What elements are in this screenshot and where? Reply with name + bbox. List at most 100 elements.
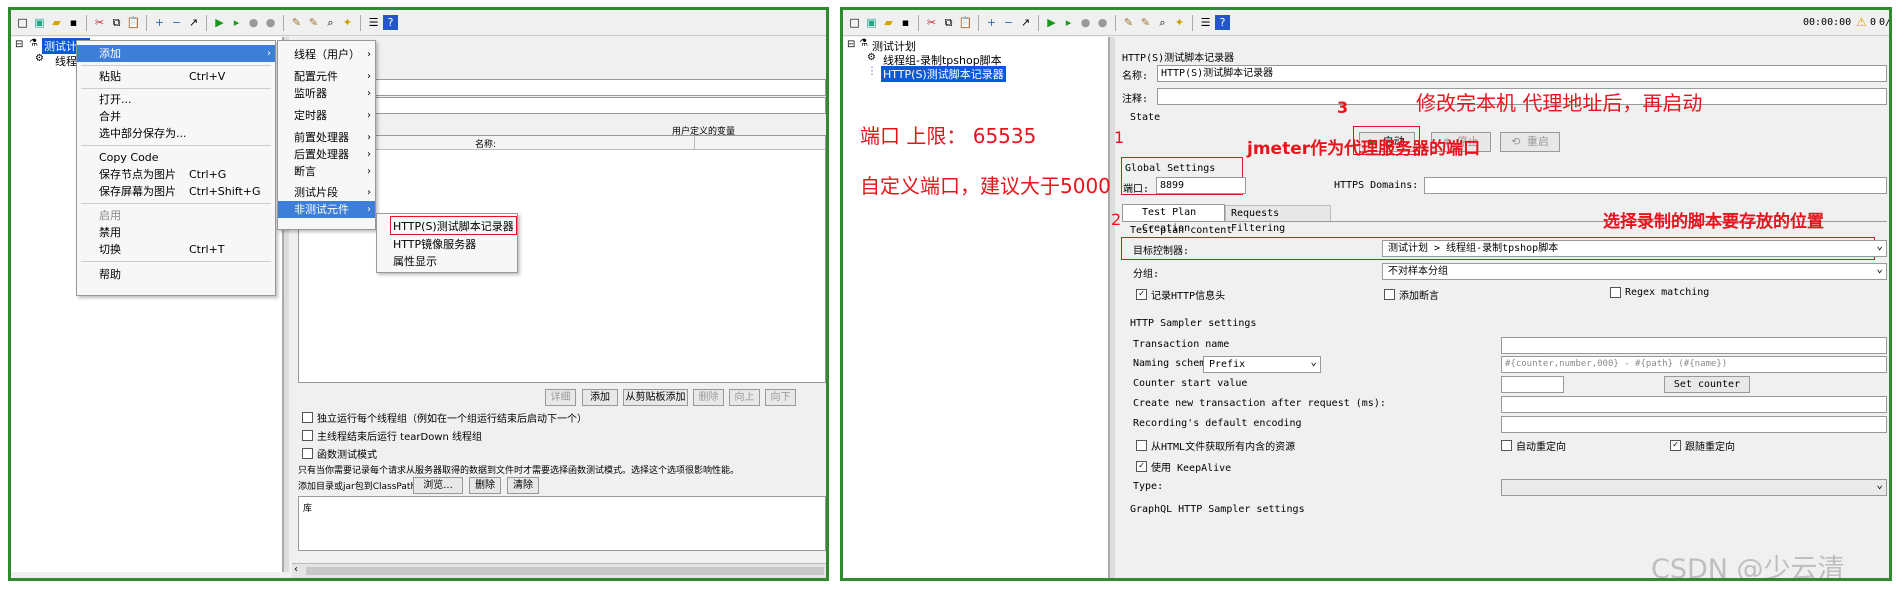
- search-icon[interactable]: ⌕: [1155, 15, 1170, 30]
- cut-icon[interactable]: ✂: [92, 15, 107, 30]
- open-icon[interactable]: ▰: [881, 15, 896, 30]
- function-helper-icon[interactable]: ☰: [366, 15, 381, 30]
- tab-test-plan-creation[interactable]: Test Plan Creation: [1122, 204, 1225, 234]
- menu-add[interactable]: 添加 ›: [77, 45, 275, 62]
- help-icon[interactable]: ?: [383, 15, 398, 30]
- browse-button[interactable]: 浏览...: [413, 477, 463, 494]
- save-icon[interactable]: ▪: [898, 15, 913, 30]
- menu-merge[interactable]: 合并: [77, 108, 275, 125]
- target-controller-select[interactable]: 测试计划 > 线程组-录制tpshop脚本: [1382, 238, 1887, 257]
- expand-icon[interactable]: +: [152, 15, 167, 30]
- name-field[interactable]: HTTP(S)测试脚本记录器: [1157, 65, 1887, 82]
- paste-icon[interactable]: 📋: [126, 15, 141, 30]
- record-headers-checkbox[interactable]: ✓ 记录HTTP信息头: [1136, 287, 1225, 302]
- add-assertions-checkbox[interactable]: 添加断言: [1384, 287, 1439, 302]
- submenu-preprocessor[interactable]: 前置处理器 ›: [278, 129, 375, 146]
- counter-start-field[interactable]: [1501, 376, 1564, 393]
- menu-paste[interactable]: 粘贴 Ctrl+V: [77, 68, 275, 85]
- collapse-icon[interactable]: −: [1001, 15, 1016, 30]
- start-no-pause-icon[interactable]: ▸: [1061, 15, 1076, 30]
- menu-save-screen-image[interactable]: 保存屏幕为图片 Ctrl+Shift+G: [77, 183, 275, 200]
- fetch-embedded-checkbox[interactable]: 从HTML文件获取所有内含的资源: [1136, 438, 1295, 453]
- function-helper-icon[interactable]: ☰: [1198, 15, 1213, 30]
- create-transaction-field[interactable]: [1501, 396, 1887, 413]
- tab-requests-filtering[interactable]: Requests Filtering: [1225, 205, 1331, 234]
- auto-redirect-checkbox[interactable]: 自动重定向: [1501, 438, 1566, 453]
- functional-mode-checkbox[interactable]: 函数测试模式: [302, 446, 377, 461]
- menu-open[interactable]: 打开...: [77, 91, 275, 108]
- shutdown-icon[interactable]: ●: [263, 15, 278, 30]
- save-icon[interactable]: ▪: [66, 15, 81, 30]
- toggle-icon[interactable]: ↗: [1018, 15, 1033, 30]
- detail-button[interactable]: 详细: [545, 389, 576, 406]
- paste-icon[interactable]: 📋: [958, 15, 973, 30]
- warning-icon[interactable]: ⚠: [1856, 15, 1867, 29]
- start-icon[interactable]: ▶: [1044, 15, 1059, 30]
- submenu-threads[interactable]: 线程（用户） ›: [278, 46, 375, 63]
- search-icon[interactable]: ⌕: [323, 15, 338, 30]
- copy-icon[interactable]: ⧉: [941, 15, 956, 30]
- follow-redirect-checkbox[interactable]: ✓ 跟随重定向: [1670, 438, 1735, 453]
- horizontal-scrollbar[interactable]: ‹: [292, 563, 826, 578]
- expand-icon[interactable]: +: [984, 15, 999, 30]
- clear-icon[interactable]: ✎: [1121, 15, 1136, 30]
- collapse-icon[interactable]: −: [169, 15, 184, 30]
- comment-field[interactable]: [372, 97, 826, 114]
- down-button[interactable]: 向下: [765, 389, 796, 406]
- transaction-name-field[interactable]: [1501, 337, 1887, 354]
- shutdown-icon[interactable]: ●: [1095, 15, 1110, 30]
- reset-search-icon[interactable]: ✦: [1172, 15, 1187, 30]
- delete-button[interactable]: 删除: [693, 389, 724, 406]
- clear-all-icon[interactable]: ✎: [1138, 15, 1153, 30]
- start-icon[interactable]: ▶: [212, 15, 227, 30]
- submenu-non-test[interactable]: 非测试元件 ›: [278, 201, 375, 218]
- tree-thread[interactable]: 线程: [55, 53, 77, 69]
- mirror-server-item[interactable]: HTTP镜像服务器: [377, 236, 517, 253]
- templates-icon[interactable]: ▣: [32, 15, 47, 30]
- help-icon[interactable]: ?: [1215, 15, 1230, 30]
- naming-format-field[interactable]: #{counter,number,000} - #{path} (#{name}…: [1501, 356, 1887, 373]
- set-counter-button[interactable]: Set counter: [1664, 376, 1750, 393]
- menu-help[interactable]: 帮助: [77, 266, 275, 283]
- regex-matching-checkbox[interactable]: Regex matching: [1610, 287, 1709, 298]
- recording-encoding-field[interactable]: [1501, 416, 1887, 433]
- submenu-timer[interactable]: 定时器 ›: [278, 107, 375, 124]
- stop-icon[interactable]: ●: [246, 15, 261, 30]
- run-groups-consecutively-checkbox[interactable]: 独立运行每个线程组（例如在一个组运行结束后启动下一个）: [302, 410, 587, 425]
- menu-copy-code[interactable]: Copy Code: [77, 149, 275, 166]
- submenu-listener[interactable]: 监听器 ›: [278, 85, 375, 102]
- restart-button[interactable]: ⟲ 重启: [1500, 132, 1560, 152]
- menu-save-node-image[interactable]: 保存节点为图片 Ctrl+G: [77, 166, 275, 183]
- submenu-test-fragment[interactable]: 测试片段 ›: [278, 184, 375, 201]
- tree-recorder[interactable]: HTTP(S)测试脚本记录器: [881, 66, 1006, 82]
- https-domains-field[interactable]: [1424, 177, 1887, 194]
- stop-icon[interactable]: ●: [1078, 15, 1093, 30]
- start-no-pause-icon[interactable]: ▸: [229, 15, 244, 30]
- name-field[interactable]: [372, 79, 826, 96]
- naming-scheme-select[interactable]: Prefix: [1203, 354, 1321, 373]
- menu-save-selection[interactable]: 选中部分保存为...: [77, 125, 275, 142]
- classpath-clear-button[interactable]: 清除: [507, 477, 539, 494]
- keepalive-checkbox[interactable]: ✓ 使用 KeepAlive: [1136, 459, 1231, 474]
- menu-toggle[interactable]: 切换 Ctrl+T: [77, 241, 275, 258]
- submenu-assertion[interactable]: 断言 ›: [278, 163, 375, 180]
- up-button[interactable]: 向上: [729, 389, 760, 406]
- port-field[interactable]: 8899: [1156, 177, 1246, 194]
- classpath-delete-button[interactable]: 删除: [469, 477, 501, 494]
- submenu-postprocessor[interactable]: 后置处理器 ›: [278, 146, 375, 163]
- cut-icon[interactable]: ✂: [924, 15, 939, 30]
- new-icon[interactable]: □: [15, 15, 30, 30]
- add-button[interactable]: 添加: [582, 389, 618, 406]
- classpath-list[interactable]: 库: [298, 496, 826, 551]
- templates-icon[interactable]: ▣: [864, 15, 879, 30]
- open-icon[interactable]: ▰: [49, 15, 64, 30]
- clear-icon[interactable]: ✎: [289, 15, 304, 30]
- reset-search-icon[interactable]: ✦: [340, 15, 355, 30]
- submenu-config[interactable]: 配置元件 ›: [278, 68, 375, 85]
- menu-enable[interactable]: 启用: [77, 207, 275, 224]
- new-icon[interactable]: □: [847, 15, 862, 30]
- splitter[interactable]: [1109, 37, 1115, 578]
- copy-icon[interactable]: ⧉: [109, 15, 124, 30]
- grouping-select[interactable]: 不对样本分组: [1382, 261, 1887, 280]
- clear-all-icon[interactable]: ✎: [306, 15, 321, 30]
